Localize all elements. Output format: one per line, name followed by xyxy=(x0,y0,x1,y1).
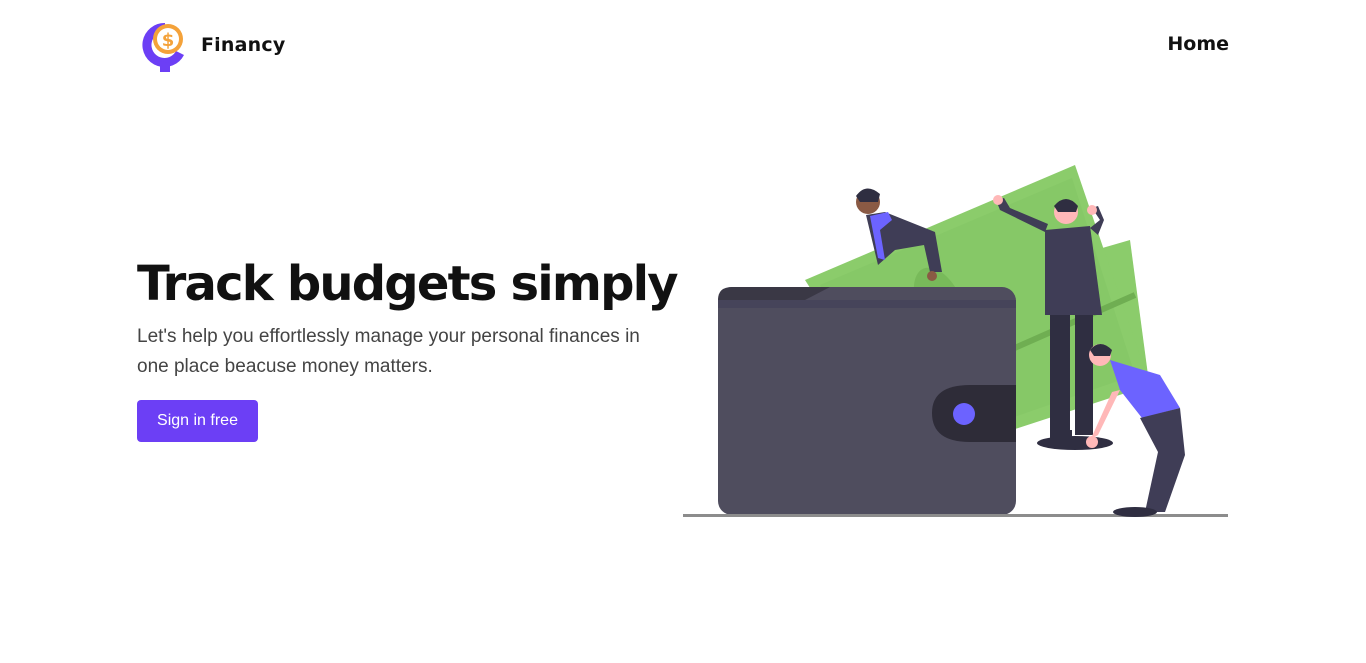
brand-name: Financy xyxy=(201,34,286,56)
site-header: $ Financy Home xyxy=(0,0,1366,90)
hero-subtitle: Let's help you effortlessly manage your … xyxy=(137,326,640,377)
nav-home-link[interactable]: Home xyxy=(1167,33,1229,55)
wallet xyxy=(718,287,1016,515)
svg-text:$: $ xyxy=(162,30,175,51)
hero-section: Track budgets simply Let's help you effo… xyxy=(137,250,679,382)
dollar-coin-logo-icon: $ xyxy=(142,22,184,72)
hero-title: Track budgets simply xyxy=(137,256,679,312)
wallet-money-people-illustration xyxy=(683,165,1228,517)
sign-in-free-button[interactable]: Sign in free xyxy=(137,400,258,442)
brand-link[interactable]: $ Financy xyxy=(140,17,285,73)
landing-page: $ Financy Home Track budgets simply Let'… xyxy=(0,0,1366,663)
